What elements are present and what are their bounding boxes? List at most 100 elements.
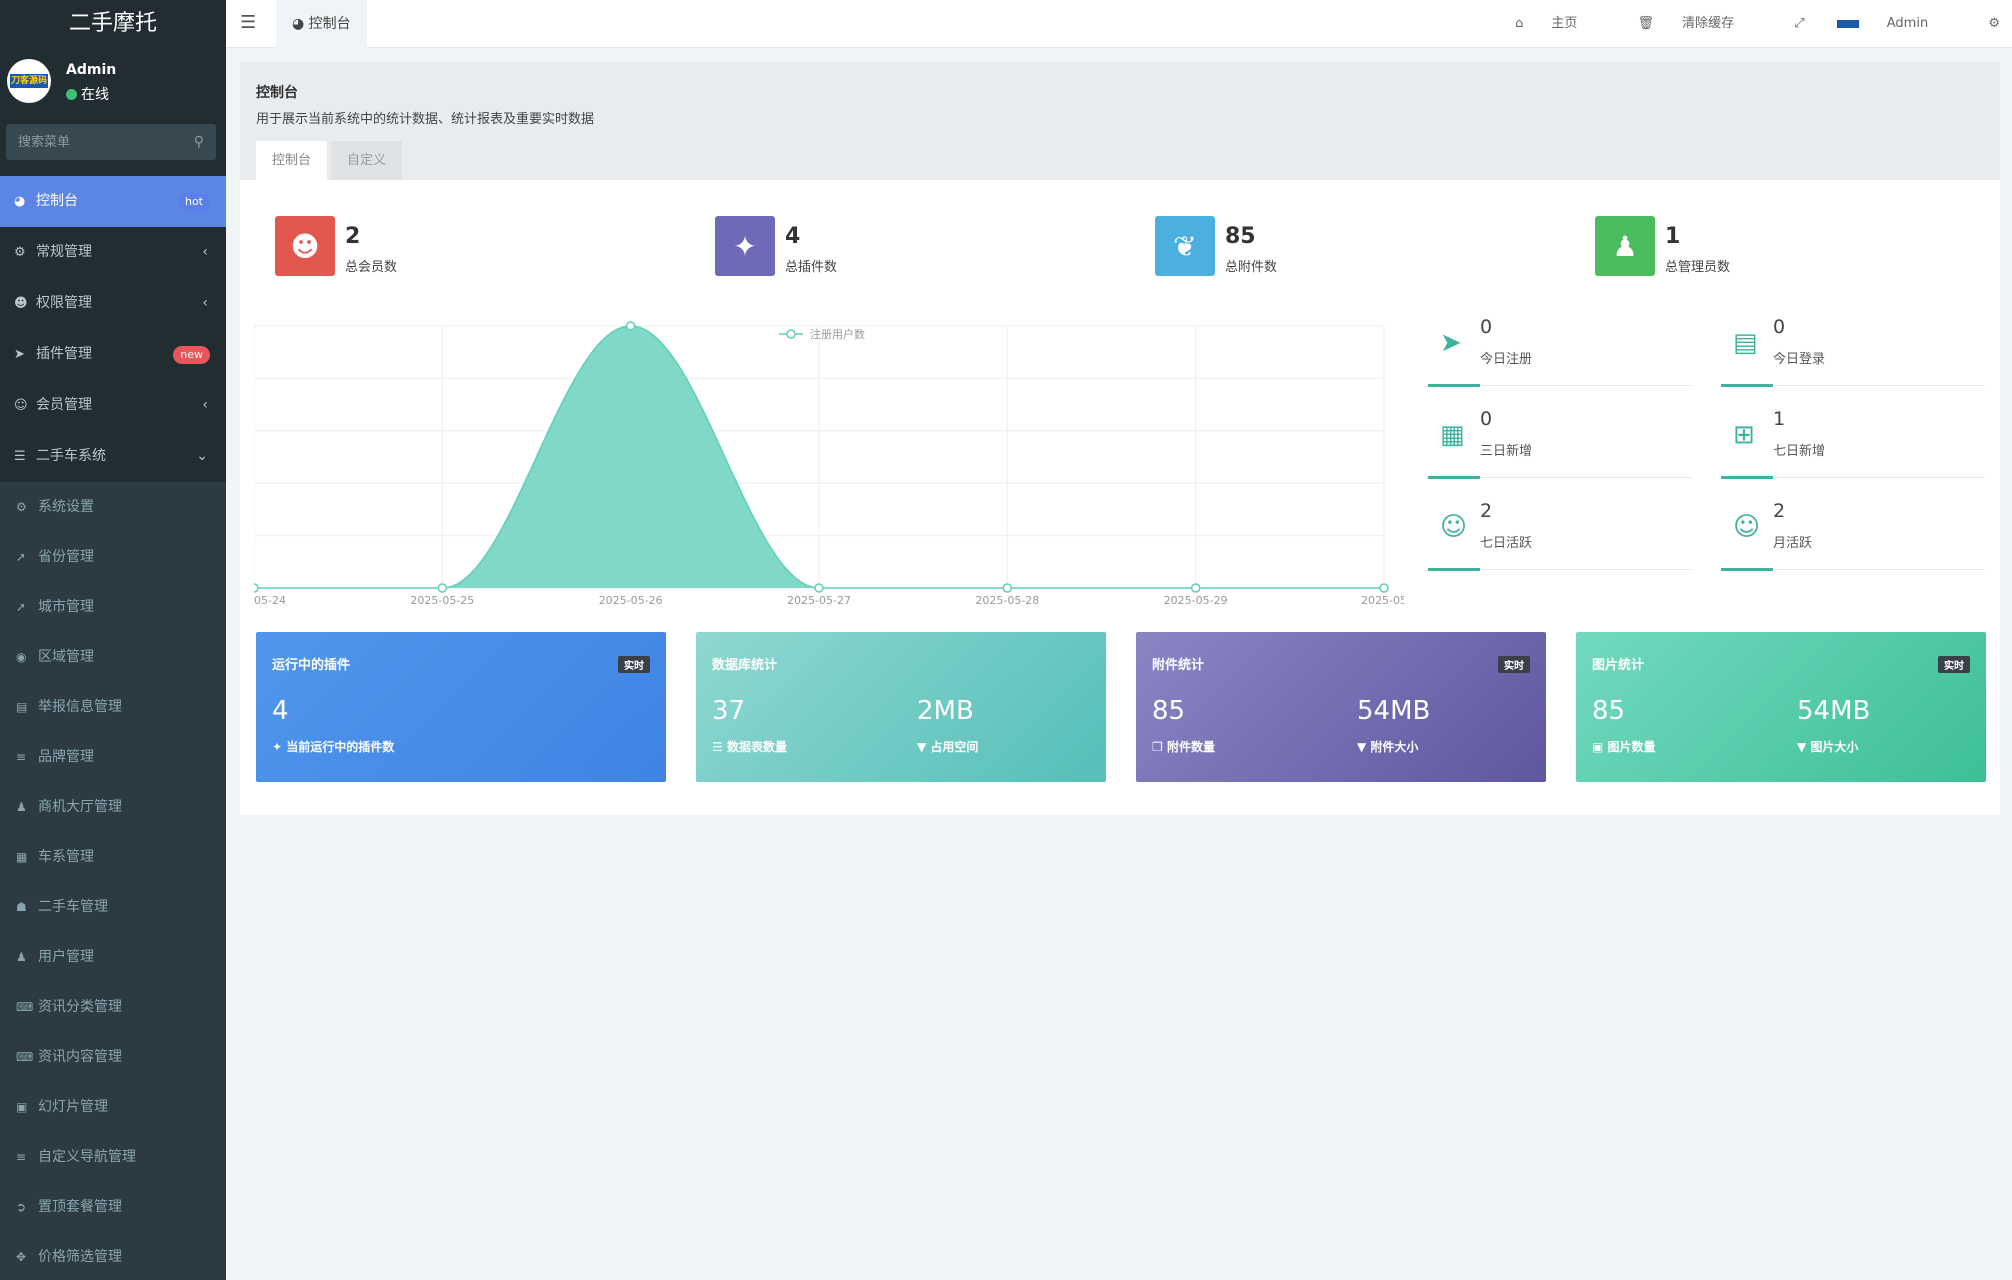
x-tick-label: 2025-05-27 <box>787 594 851 607</box>
menu-item-usedcar[interactable]: ☰ 二手车系统 ⌄ <box>0 431 226 482</box>
settings-icon[interactable]: ⚙ <box>1988 0 2000 48</box>
legend-marker <box>786 329 796 339</box>
stat-label: 总附件数 <box>1225 260 1278 275</box>
mini-stat: ➤ 0 今日注册 <box>1428 314 1692 387</box>
card-images: 图片统计 实时 85 ▣ 图片数量 54MB ▼ 图片大小 <box>1576 632 1986 782</box>
magic-icon: ✦ <box>715 216 775 276</box>
filter-icon: ▼ <box>1357 740 1371 754</box>
data-point <box>437 583 448 593</box>
stat-label: 总管理员数 <box>1665 260 1731 275</box>
sidebar-menu: ◕ 控制台 hot ⚙ 常规管理 ‹ ☻ 权限管理 ‹ ➤ 插件管理 new ☺ 会员管理… <box>0 176 226 1280</box>
submenu-item[interactable]: ▣ 幻灯片管理 <box>0 1082 226 1132</box>
submenu-item[interactable]: ≡ 品牌管理 <box>0 732 226 782</box>
users-icon: ☻ <box>275 216 335 276</box>
legend-label: 注册用户数 <box>810 327 865 341</box>
image-icon: ▣ <box>1592 740 1608 754</box>
page-title: 控制台 <box>256 85 298 101</box>
card-attachments: 附件统计 实时 85 ❐ 附件数量 54MB ▼ 附件大小 <box>1136 632 1546 782</box>
tab-custom[interactable]: 自定义 <box>331 141 403 181</box>
x-tick-label: 2025-05-29 <box>1164 594 1228 607</box>
submenu-item[interactable]: ➲ 置顶套餐管理 <box>0 1182 226 1232</box>
mini-stat: ⊞ 1 七日新增 <box>1721 406 1985 479</box>
usedcar-submenu: ⚙ 系统设置 ➚ 省份管理 ➚ 城市管理 ◉ 区域管理 ▤ 举报信息管理 ≡ 品牌管理 ♟ 商… <box>0 482 226 1280</box>
user-circle-icon: ☺ <box>1440 512 1468 542</box>
leaf-icon: ❦ <box>1155 216 1215 276</box>
dashboard-icon: ◕ <box>292 16 309 32</box>
submenu-item[interactable]: ◉ 区域管理 <box>0 632 226 682</box>
location-arrow-icon: ➚ <box>16 600 27 614</box>
stat-label: 总会员数 <box>345 260 398 275</box>
location-arrow-icon: ➚ <box>16 550 27 564</box>
brand-title[interactable]: 二手摩托 <box>0 0 226 48</box>
submenu-item[interactable]: ▦ 车系管理 <box>0 832 226 882</box>
dot-circle-icon: ◉ <box>16 650 27 664</box>
list-icon: ☰ <box>14 449 26 464</box>
search-icon[interactable]: ⚲ <box>194 134 204 150</box>
x-tick-label: 2025-05 <box>1361 594 1404 607</box>
card-title: 附件统计 <box>1152 658 1205 673</box>
data-point <box>1379 583 1389 593</box>
group-icon: ☻ <box>14 296 28 311</box>
menu-item-general[interactable]: ⚙ 常规管理 ‹ <box>0 227 226 278</box>
menu-toggle-icon[interactable]: ☰ <box>240 12 256 33</box>
admin-menu[interactable]: Admin <box>1836 0 1956 48</box>
submenu-item[interactable]: ≡ 自定义导航管理 <box>0 1132 226 1182</box>
card-title: 图片统计 <box>1592 658 1645 673</box>
submenu-item[interactable]: ✥ 价格筛选管理 <box>0 1232 226 1280</box>
menu-search: ⚲ <box>6 124 216 160</box>
arrows-icon: ✥ <box>16 1250 27 1264</box>
bars-icon: ≡ <box>16 1150 27 1164</box>
card-value: 37 <box>712 696 746 726</box>
submenu-item[interactable]: ▤ 举报信息管理 <box>0 682 226 732</box>
tab-dashboard[interactable]: ◕ 控制台 <box>276 0 367 48</box>
submenu-item[interactable]: ☗ 二手车管理 <box>0 882 226 932</box>
card-sub: ✦ 当前运行中的插件数 <box>272 740 395 754</box>
card-title: 运行中的插件 <box>272 658 351 673</box>
cogs-icon: ⚙ <box>14 245 26 260</box>
chart-svg: 05-24 2025-05-25 2025-05-26 2025-05-27 2025-… <box>249 321 1407 607</box>
menu-item-plugins[interactable]: ➤ 插件管理 new <box>0 329 226 380</box>
clear-cache-button[interactable]: 🗑 清除缓存 <box>1638 0 1763 48</box>
mini-stat-label: 七日活跃 <box>1480 536 1533 551</box>
data-point <box>814 583 824 593</box>
tab-dashboard-panel[interactable]: 控制台 <box>256 141 328 181</box>
card-sub: ▼ 附件大小 <box>1357 740 1419 754</box>
dashboard-icon: ◕ <box>14 194 26 209</box>
mini-stat-underline <box>1721 476 1985 479</box>
user-status: 在线 <box>66 84 109 104</box>
menu-item-auth[interactable]: ☻ 权限管理 ‹ <box>0 278 226 329</box>
fullscreen-icon[interactable]: ⤢ <box>1794 0 1804 48</box>
chevron-left-icon: ‹ <box>202 397 208 413</box>
card-value: 54MB <box>1357 696 1431 726</box>
mini-stat-label: 七日新增 <box>1773 444 1826 459</box>
submenu-item[interactable]: ➚ 省份管理 <box>0 532 226 582</box>
mini-stat: ☺ 2 七日活跃 <box>1428 498 1692 571</box>
stat-value: 2 <box>345 224 361 249</box>
submenu-item[interactable]: ⌨ 资讯分类管理 <box>0 982 226 1032</box>
menu-search-input[interactable] <box>6 124 176 160</box>
keyboard-icon: ⌨ <box>16 1000 34 1014</box>
submenu-item[interactable]: ♟ 用户管理 <box>0 932 226 982</box>
image-icon: ▣ <box>16 1100 28 1114</box>
stat-admins: ♟ 1 总管理员数 <box>1595 216 1730 278</box>
submenu-item[interactable]: ⚙ 系统设置 <box>0 482 226 532</box>
mini-stat-value: 0 <box>1480 316 1493 338</box>
mini-stat-value: 0 <box>1480 408 1493 430</box>
sidebar: 二手摩托 刀客源码 Admin 在线 ⚲ ◕控制台 hot ⚙常规管理 ‹ ☻权… <box>0 0 226 1280</box>
rocket-icon: ➤ <box>14 347 25 362</box>
mini-stat: ▦ 0 三日新增 <box>1428 406 1692 479</box>
panel-body: ☻ 2 总会员数 ✦ 4 总插件数 ❦ 85 总附件数 ♟ 1 总管理员数 05… <box>240 180 2000 815</box>
submenu-item[interactable]: ♟ 商机大厅管理 <box>0 782 226 832</box>
card-database: 数据库统计 37 ☰ 数据表数量 2MB ▼ 占用空间 <box>696 632 1106 782</box>
submenu-item[interactable]: ➚ 城市管理 <box>0 582 226 632</box>
stat-plugins: ✦ 4 总插件数 <box>715 216 837 278</box>
avatar: 刀客源码 <box>7 59 51 103</box>
submenu-item[interactable]: ⌨ 资讯内容管理 <box>0 1032 226 1082</box>
rocket-icon: ➤ <box>1440 328 1462 358</box>
menu-item-members[interactable]: ☺ 会员管理 ‹ <box>0 380 226 431</box>
calendar-plus-icon: ⊞ <box>1733 420 1755 450</box>
menu-item-dashboard[interactable]: ◕ 控制台 hot <box>0 176 226 227</box>
x-tick-label: 2025-05-28 <box>975 594 1039 607</box>
realtime-badge: 实时 <box>618 656 650 673</box>
home-link[interactable]: ⌂ 主页 <box>1515 0 1605 48</box>
